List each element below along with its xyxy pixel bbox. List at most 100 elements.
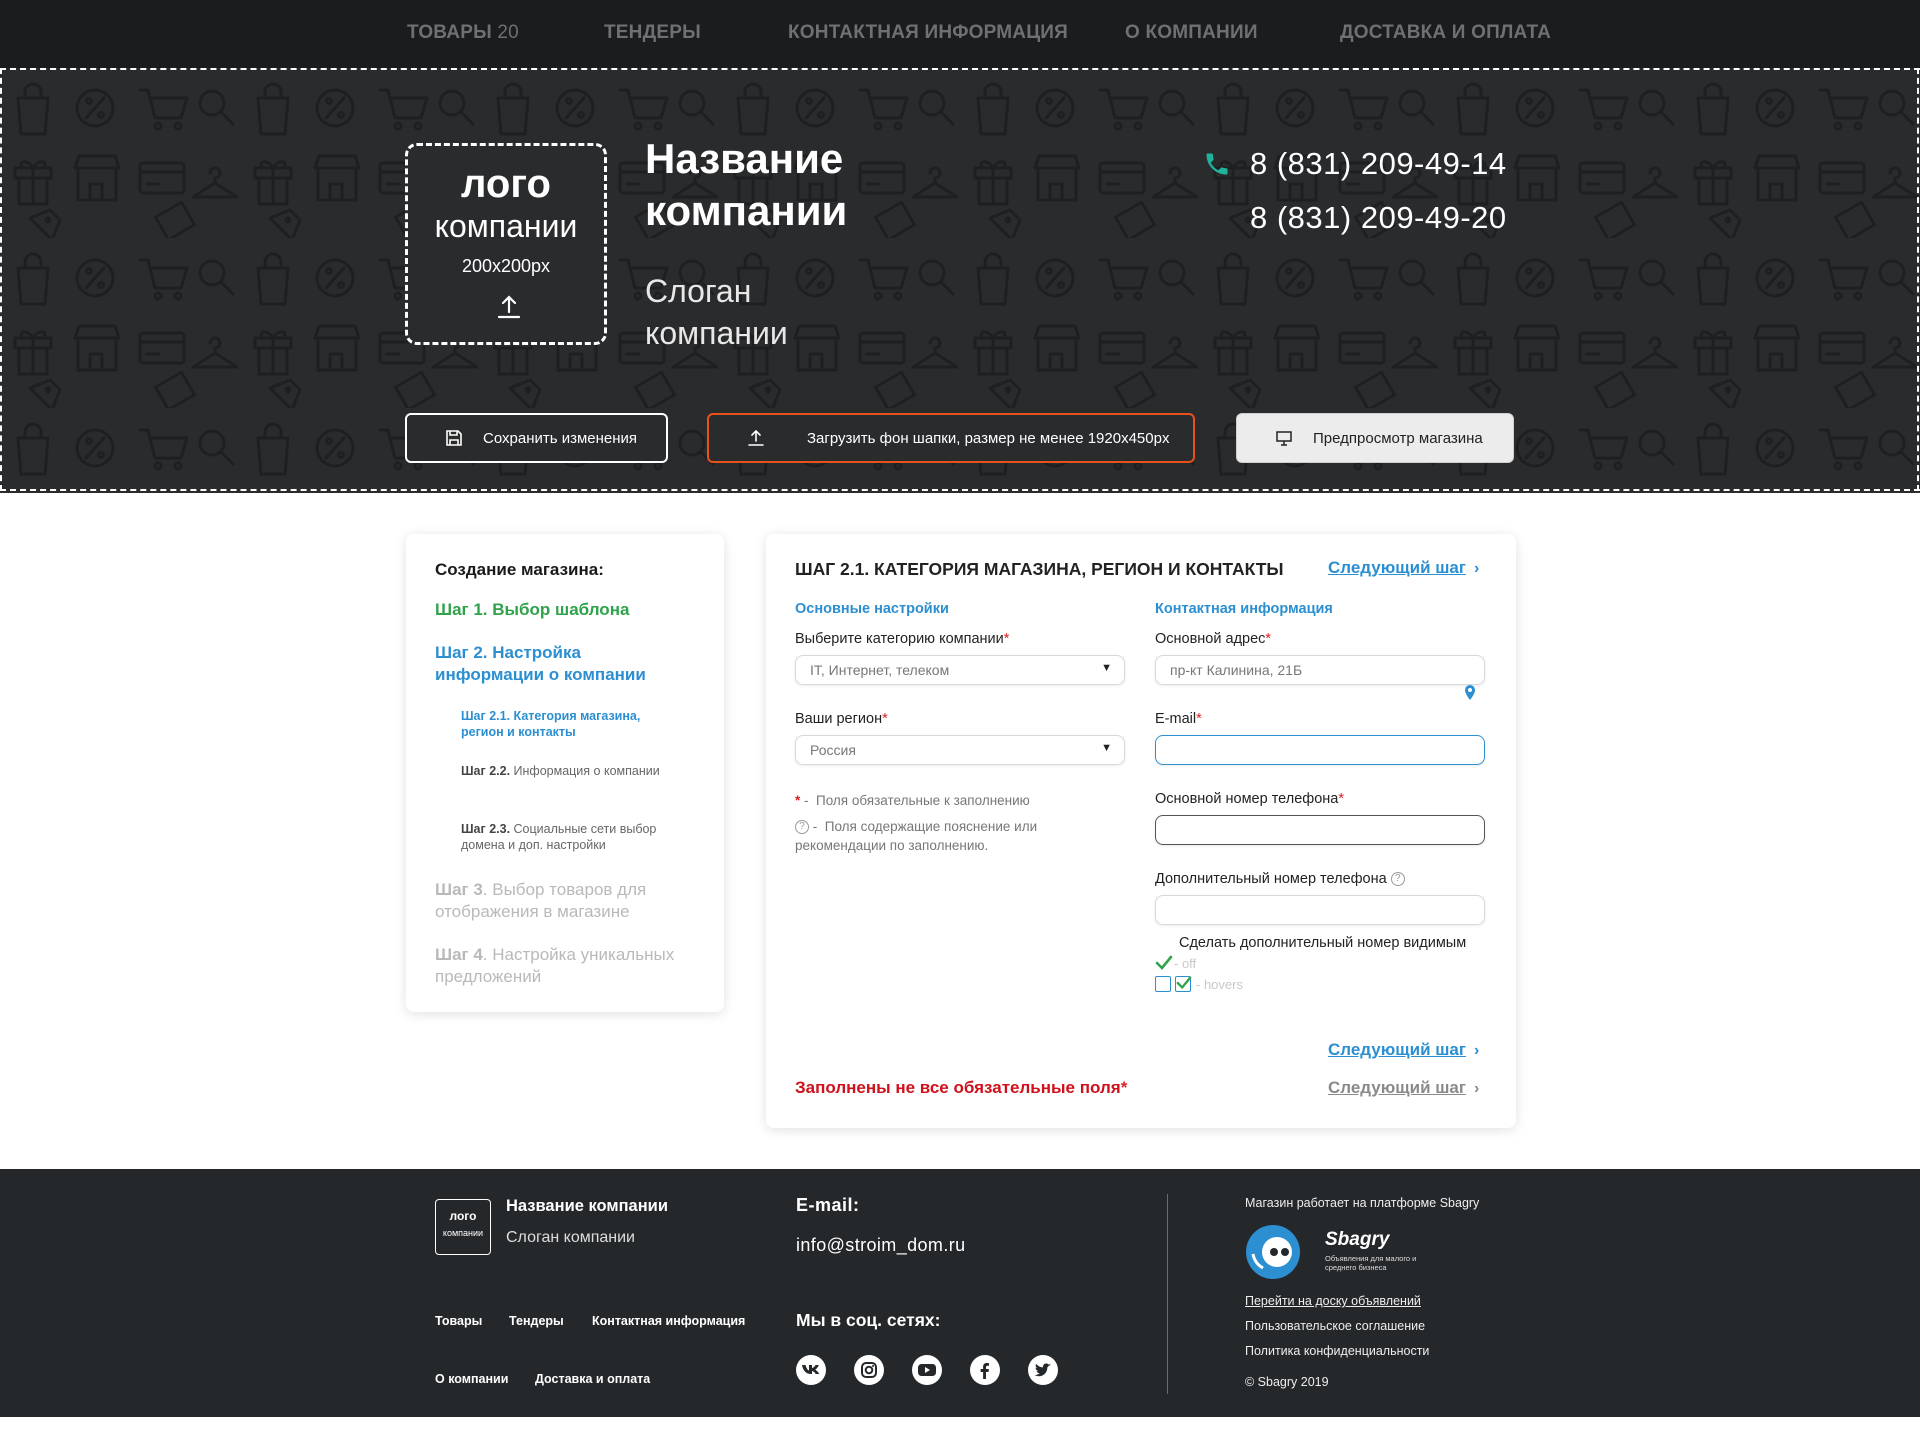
footer-link-delivery[interactable]: Доставка и оплата <box>535 1372 650 1386</box>
board-link[interactable]: Перейти на доску объявлений <box>1245 1294 1421 1308</box>
nav-item-tenders[interactable]: Тендеры <box>604 22 701 44</box>
logo-placeholder-subtitle: компании <box>434 208 578 244</box>
step-2-link[interactable]: Шаг 2. Настройка информации о компании <box>435 642 665 686</box>
question-mark-icon[interactable]: ? <box>1390 872 1405 887</box>
address-input[interactable]: пр-кт Калинина, 21Б <box>1155 655 1485 685</box>
main-phone-field-label: Основной номер телефона* <box>1155 791 1344 807</box>
monitor-icon <box>1276 431 1292 446</box>
next-step-label: Следующий шаг <box>1328 1040 1466 1059</box>
required-star: * <box>1003 631 1010 647</box>
nav-item-delivery[interactable]: Доставка и оплата <box>1340 22 1551 44</box>
main-phone-input[interactable] <box>1155 815 1485 845</box>
step-form-panel: Шаг 2.1. Категория магазина, регион и ко… <box>766 534 1516 1128</box>
step-3-number: Шаг 3 <box>435 880 483 899</box>
extra-phone-input[interactable] <box>1155 895 1485 925</box>
facebook-icon[interactable] <box>970 1355 1000 1385</box>
editable-area-border <box>1917 68 1919 491</box>
category-select[interactable]: IT, Интернет, телеком ▼ <box>795 655 1125 685</box>
checkmark-icon[interactable] <box>1155 955 1173 971</box>
footer-link-about[interactable]: О компании <box>435 1372 508 1386</box>
main-phone-label-text: Основной номер телефона <box>1155 791 1339 807</box>
show-extra-phone-checkbox-checked[interactable] <box>1175 976 1192 992</box>
nav-item-products[interactable]: Товары 20 <box>407 22 519 44</box>
email-input[interactable] <box>1155 735 1485 765</box>
nav-item-about[interactable]: О компании <box>1125 22 1258 44</box>
address-input-placeholder: пр-кт Калинина, 21Б <box>1170 662 1303 678</box>
required-star: * <box>1265 631 1272 647</box>
preview-store-button[interactable]: Предпросмотр магазина <box>1236 413 1514 463</box>
footer-link-tenders[interactable]: Тендеры <box>509 1314 564 1328</box>
upload-background-label: Загрузить фон шапки, размер не менее 192… <box>807 429 1170 447</box>
next-step-link-disabled: Следующий шаг › <box>1328 1078 1479 1098</box>
step-2-3-number: Шаг 2.3. <box>461 822 511 836</box>
category-select-value: IT, Интернет, телеком <box>810 662 950 678</box>
next-step-link-top[interactable]: Следующий шаг › <box>1328 558 1479 578</box>
nav-item-label: Товары <box>407 22 492 43</box>
required-star: * <box>1338 791 1345 807</box>
footer-company-slogan: Слоган компании <box>506 1229 635 1246</box>
validation-error-message: Заполнены не все обязательные поля* <box>795 1078 1127 1098</box>
step-2-1-link[interactable]: Шаг 2.1. Категория магазина, регион и ко… <box>461 708 681 740</box>
site-footer: лого компании Название компании Слоган к… <box>0 1169 1920 1417</box>
save-changes-button[interactable]: Сохранить изменения <box>405 413 668 463</box>
editable-area-border <box>0 68 2 491</box>
platform-notice: Магазин работает на платформе Sbagry <box>1245 1196 1480 1210</box>
chevron-right-icon: › <box>1473 1042 1480 1059</box>
checkbox-state-hovers: - hovers <box>1196 977 1243 992</box>
user-agreement-link[interactable]: Пользовательское соглашение <box>1245 1319 1425 1333</box>
step-2-2-link[interactable]: Шаг 2.2. Информация о компании <box>461 763 681 779</box>
youtube-glyph <box>918 1364 936 1376</box>
upload-header-background-button[interactable]: Загрузить фон шапки, размер не менее 192… <box>707 413 1195 463</box>
logo-placeholder-title: лого <box>461 162 551 206</box>
instagram-icon[interactable] <box>854 1355 884 1385</box>
extra-phone-field-label: Дополнительный номер телефона ? <box>1155 871 1405 887</box>
vk-icon[interactable] <box>796 1355 826 1385</box>
next-step-link-bottom[interactable]: Следующий шаг › <box>1328 1040 1479 1060</box>
required-star: * <box>1196 711 1202 727</box>
phone-number-secondary[interactable]: 8 (831) 209-49-20 <box>1250 200 1507 236</box>
company-name-heading[interactable]: Название компании <box>645 133 905 237</box>
store-creation-steps-panel: Создание магазина: Шаг 1. Выбор шаблона … <box>406 534 724 1012</box>
step-2-3-link[interactable]: Шаг 2.3. Социальные сети выбор домена и … <box>461 821 681 853</box>
sbagry-logo-icon[interactable] <box>1245 1224 1301 1280</box>
required-star: * <box>882 711 888 727</box>
footer-logo-subtitle: компании <box>442 1228 484 1238</box>
nav-item-contacts[interactable]: Контактная информация <box>788 22 1068 44</box>
store-header-editor: лого компании 200x200px Название компани… <box>0 68 1920 493</box>
category-label-text: Выберите категорию компании <box>795 631 1004 647</box>
required-star: * <box>795 793 801 808</box>
dropdown-arrow-icon: ▼ <box>1101 742 1112 754</box>
youtube-icon[interactable] <box>912 1355 942 1385</box>
save-changes-label: Сохранить изменения <box>483 429 638 447</box>
phone-icon <box>1206 153 1228 175</box>
twitter-glyph <box>1034 1363 1051 1376</box>
footer-social-heading: Мы в соц. сетях: <box>796 1310 941 1330</box>
twitter-icon[interactable] <box>1028 1355 1058 1385</box>
privacy-policy-link[interactable]: Политика конфиденциальности <box>1245 1344 1429 1358</box>
map-pin-icon[interactable] <box>1463 684 1477 702</box>
page-bottom-strip <box>0 1417 1920 1438</box>
sbagry-brand-name[interactable]: Sbagry <box>1325 1229 1389 1251</box>
company-slogan[interactable]: Слоган компании <box>645 270 845 354</box>
step-3-link: Шаг 3. Выбор товаров для отображения в м… <box>435 879 675 923</box>
show-extra-phone-checkbox[interactable] <box>1155 976 1171 992</box>
question-mark-icon: ? <box>795 820 809 835</box>
region-select[interactable]: Россия ▼ <box>795 735 1125 765</box>
section-contact-info: Контактная информация <box>1155 601 1333 617</box>
required-note-text: Поля обязательные к заполнению <box>816 793 1030 808</box>
next-step-label: Следующий шаг <box>1328 558 1466 577</box>
footer-logo-title: лого <box>449 1209 477 1223</box>
hint-fields-note: ? - Поля содержащие пояснение или рекоме… <box>795 819 1038 853</box>
step-1-link[interactable]: Шаг 1. Выбор шаблона <box>435 600 629 620</box>
step-2-1-number: Шаг 2.1. <box>461 709 511 723</box>
logo-upload-dropzone[interactable]: лого компании 200x200px <box>405 143 607 345</box>
footer-email-link[interactable]: info@stroim_dom.ru <box>796 1235 966 1256</box>
checkmark-icon <box>1176 976 1192 990</box>
footer-link-products[interactable]: Товары <box>435 1314 482 1328</box>
step-2-2-text: Информация о компании <box>513 764 660 778</box>
footer-logo[interactable]: лого компании <box>435 1199 491 1255</box>
footer-link-contacts[interactable]: Контактная информация <box>592 1314 745 1328</box>
section-basic-settings: Основные настройки <box>795 601 949 617</box>
phone-number-primary[interactable]: 8 (831) 209-49-14 <box>1250 146 1507 182</box>
checkbox-state-off: - off <box>1174 956 1197 971</box>
